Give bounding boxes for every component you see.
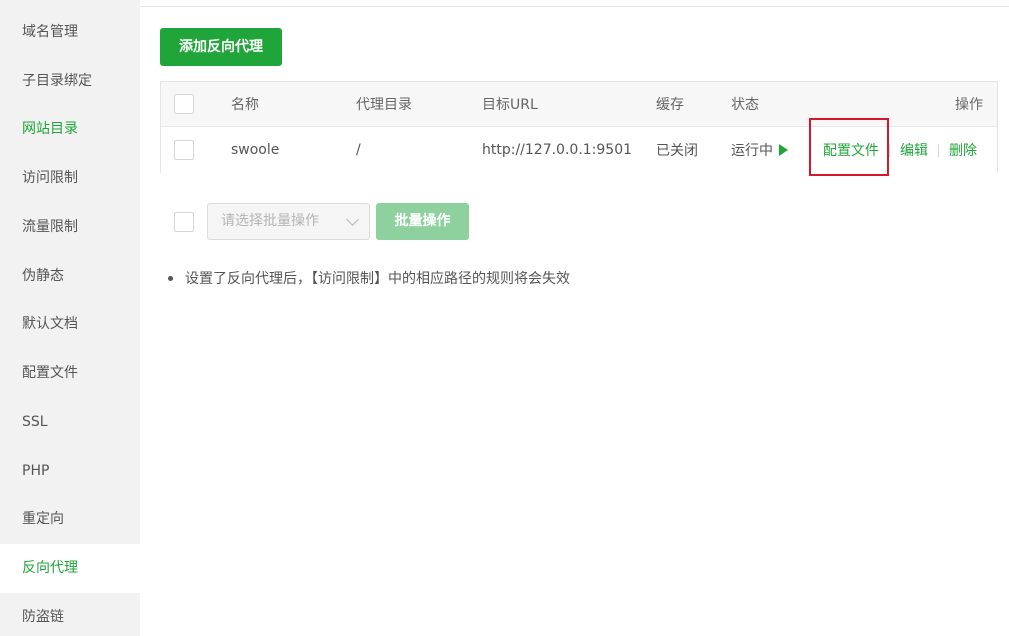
- header-status: 状态: [731, 97, 759, 113]
- table-row: swoole / http://127.0.0.1:9501 已关闭 运行中 配…: [161, 127, 997, 173]
- delete-link[interactable]: 删除: [949, 140, 977, 160]
- sidebar-item-config-file[interactable]: 配置文件: [0, 349, 140, 398]
- select-all-cell: [174, 82, 194, 126]
- batch-select-checkbox[interactable]: [174, 212, 194, 232]
- sidebar-item-ssl[interactable]: SSL: [0, 398, 140, 447]
- sidebar-item-site-dir[interactable]: 网站目录: [0, 105, 140, 154]
- header-proxy-dir: 代理目录: [356, 97, 412, 113]
- ops-separator: [938, 143, 939, 157]
- row-status-label: 运行中: [731, 143, 773, 159]
- header-target-url: 目标URL: [482, 97, 538, 113]
- sidebar-item-php[interactable]: PHP: [0, 447, 140, 496]
- add-reverse-proxy-button[interactable]: 添加反向代理: [160, 28, 282, 66]
- edit-link[interactable]: 编辑: [900, 140, 928, 160]
- header-cache: 缓存: [656, 97, 684, 113]
- sidebar-item-domain[interactable]: 域名管理: [0, 8, 140, 57]
- chevron-down-icon: [346, 213, 359, 226]
- ops-separator: [889, 143, 890, 157]
- note-item: 设置了反向代理后，【访问限制】中的相应路径的规则将会失效: [168, 268, 570, 288]
- sidebar-item-traffic-limit[interactable]: 流量限制: [0, 203, 140, 252]
- sidebar-item-default-doc[interactable]: 默认文档: [0, 300, 140, 349]
- config-file-link[interactable]: 配置文件: [823, 140, 879, 160]
- row-target-url: http://127.0.0.1:9501: [482, 142, 633, 158]
- batch-select-placeholder: 请选择批量操作: [221, 213, 319, 229]
- sidebar-item-access-limit[interactable]: 访问限制: [0, 154, 140, 203]
- header-operations: 操作: [955, 97, 983, 113]
- sidebar-item-rewrite[interactable]: 伪静态: [0, 252, 140, 301]
- sidebar-item-hotlink[interactable]: 防盗链: [0, 593, 140, 636]
- batch-operation-select[interactable]: 请选择批量操作: [207, 203, 370, 240]
- header-name: 名称: [231, 97, 259, 113]
- sidebar-item-redirect[interactable]: 重定向: [0, 495, 140, 544]
- select-all-checkbox[interactable]: [174, 94, 194, 114]
- sidebar-item-reverse-proxy[interactable]: 反向代理: [0, 544, 140, 593]
- row-proxy-dir: /: [356, 142, 361, 158]
- row-select-cell: [174, 127, 194, 173]
- proxy-table: 名称 代理目录 目标URL 缓存 状态 操作 swoole / http://1…: [160, 81, 998, 173]
- row-checkbox[interactable]: [174, 140, 194, 160]
- sidebar: 域名管理 子目录绑定 网站目录 访问限制 流量限制 伪静态 默认文档 配置文件 …: [0, 0, 140, 636]
- row-cache-toggle[interactable]: 已关闭: [656, 127, 698, 173]
- play-icon: [779, 144, 788, 156]
- row-status-toggle[interactable]: 运行中: [731, 127, 788, 173]
- row-name: swoole: [231, 142, 280, 158]
- row-operations: 配置文件 编辑 删除: [823, 127, 977, 173]
- batch-operation-button[interactable]: 批量操作: [376, 203, 469, 240]
- note-text: 设置了反向代理后，【访问限制】中的相应路径的规则将会失效: [185, 271, 570, 287]
- table-header: 名称 代理目录 目标URL 缓存 状态 操作: [161, 82, 997, 127]
- sidebar-item-subdir[interactable]: 子目录绑定: [0, 57, 140, 106]
- main-panel: 添加反向代理 名称 代理目录 目标URL 缓存 状态 操作 swoole / h…: [140, 0, 1009, 636]
- bullet-icon: [168, 275, 173, 281]
